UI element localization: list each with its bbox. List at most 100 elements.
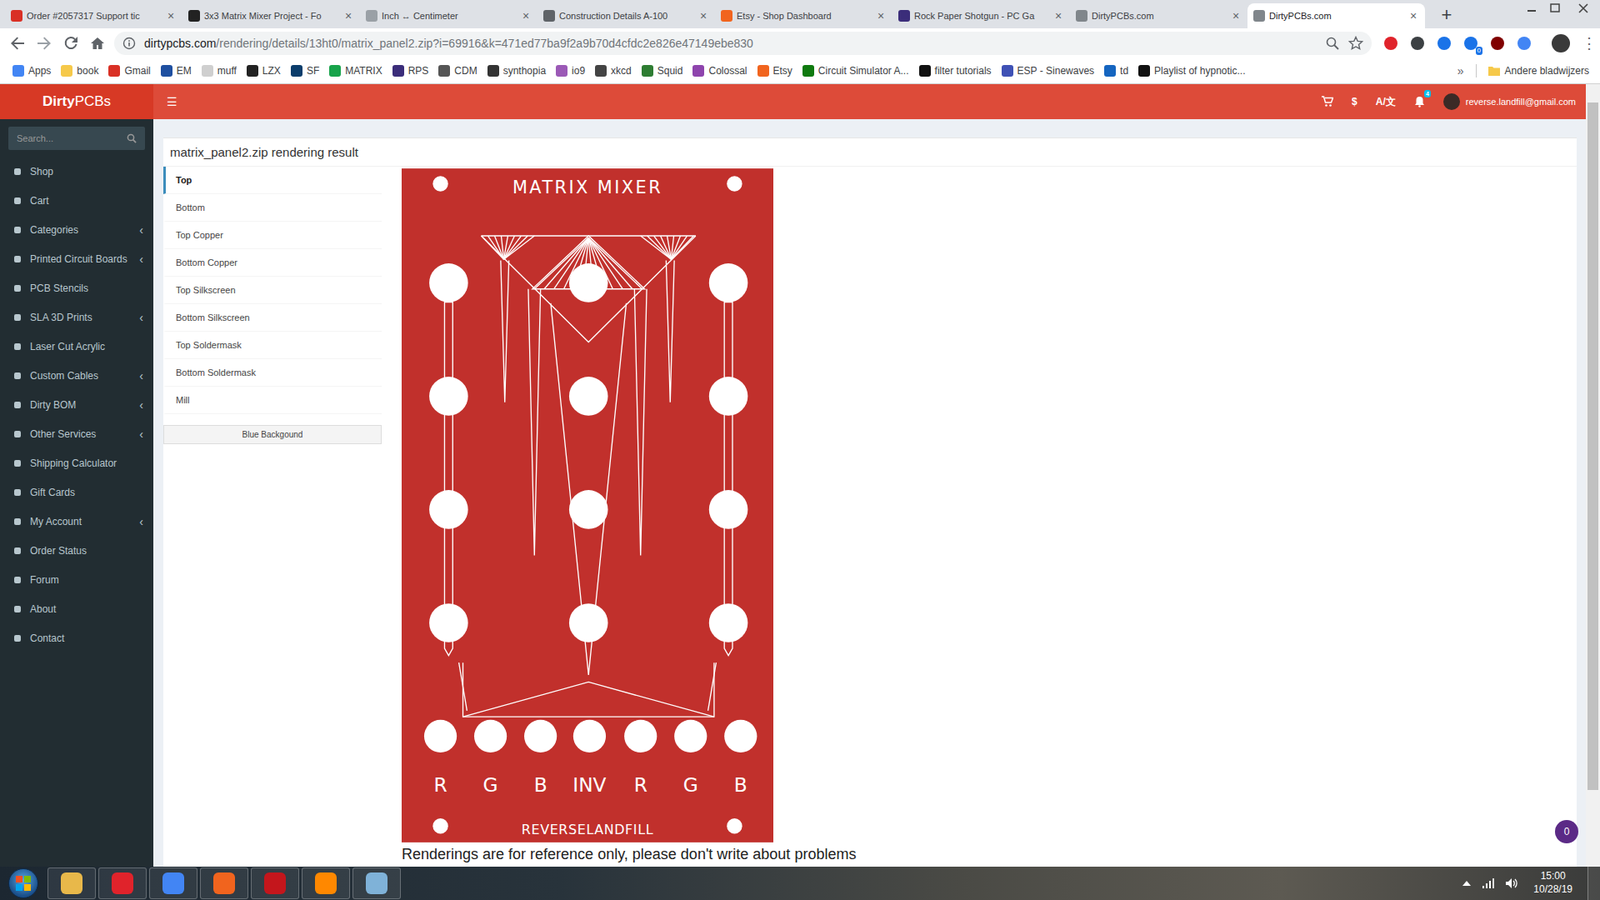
bookmark[interactable]: RPS [388,65,434,77]
close-tab-button[interactable]: × [1230,9,1242,23]
extension-button[interactable]: 0 [1463,35,1479,51]
bookmark[interactable]: EM [156,65,196,77]
maximize-icon[interactable] [1543,0,1567,17]
scrollbar[interactable] [1585,84,1600,867]
clock[interactable]: 15:00 10/28/19 [1528,870,1578,896]
bookmark[interactable]: Apps [8,65,55,77]
reload-icon[interactable] [57,31,85,55]
sidebar-item[interactable]: Order Status [0,535,154,565]
bookmark[interactable]: LZX [242,65,285,77]
address-bar[interactable]: dirtypcbs.com/rendering/details/13ht0/ma… [114,31,1372,55]
bookmark[interactable]: SF [286,65,324,77]
browser-tab[interactable]: Inch ↔ Centimeter × [360,3,538,29]
chat-button[interactable]: 0 [1555,820,1579,844]
minimize-icon[interactable] [1520,0,1544,17]
bookmark[interactable]: muff [197,65,241,77]
sidebar-toggle-button[interactable]: ☰ [161,95,183,109]
zoom-icon[interactable] [1325,35,1340,51]
network-icon[interactable] [1481,877,1495,890]
bookmark[interactable]: MATRIX [325,65,386,77]
sidebar-item[interactable]: Dirty BOM ‹ [0,390,154,420]
layer-tab[interactable]: Bottom Copper [163,249,382,277]
browser-tab[interactable]: Etsy - Shop Dashboard × [715,3,893,29]
bookmark[interactable]: Squid [637,65,688,77]
bookmark[interactable]: CDM [434,65,481,77]
sidebar-item[interactable]: My Account ‹ [0,506,154,536]
taskbar-app[interactable] [98,867,147,900]
bookmark[interactable]: synthopia [483,65,550,77]
extension-button[interactable] [1490,35,1505,51]
layer-tab[interactable]: Top [163,166,382,195]
sidebar-item[interactable]: Contact [0,623,154,653]
background-toggle-button[interactable]: Blue Backgound [163,425,382,445]
close-tab-button[interactable]: × [342,9,355,23]
bookmark[interactable]: Circuit Simulator A... [798,65,914,77]
layer-tab[interactable]: Top Soldermask [163,331,382,360]
browser-tab[interactable]: DirtyPCBs.com × [1070,3,1248,29]
layer-tab[interactable]: Bottom [163,194,382,222]
sidebar-item[interactable]: Shipping Calculator [0,448,154,478]
user-menu[interactable]: reverse.landfill@gmail.com [1443,93,1576,110]
sidebar-item[interactable]: Forum [0,565,154,595]
close-tab-button[interactable]: × [1407,9,1420,23]
bookmark-star-icon[interactable] [1348,35,1364,51]
bookmark[interactable]: td [1100,65,1133,77]
bookmark[interactable]: Playlist of hypnotic... [1134,65,1250,77]
scrollbar-thumb[interactable] [1587,102,1599,790]
taskbar-app[interactable] [47,867,96,900]
sidebar-item[interactable]: SLA 3D Prints ‹ [0,302,154,332]
back-icon[interactable] [4,31,31,55]
start-button[interactable] [8,868,39,899]
bookmark[interactable]: xkcd [590,65,636,77]
currency-button[interactable]: $ [1351,95,1358,108]
layer-tab[interactable]: Mill [163,386,382,415]
bookmark[interactable]: ESP - Sinewaves [997,65,1100,77]
info-icon[interactable] [122,36,136,50]
bookmark[interactable]: io9 [551,65,590,77]
more-bookmarks-button[interactable]: » [1452,64,1470,78]
sidebar-item[interactable]: PCB Stencils [0,273,154,303]
taskbar-app[interactable] [250,867,300,900]
layer-tab[interactable]: Bottom Silkscreen [163,304,382,332]
sidebar-item[interactable]: About [0,594,154,624]
show-hidden-icons-icon[interactable] [1461,879,1472,888]
bookmark[interactable]: Gmail [104,65,155,77]
taskbar-app[interactable] [200,867,249,900]
bookmark[interactable]: Colossal [688,65,751,77]
layer-tab[interactable]: Bottom Soldermask [163,359,382,387]
sidebar-search[interactable]: Search... [8,126,145,150]
browser-tab[interactable]: Construction Details A-100 × [537,3,715,29]
sidebar-item[interactable]: Shop [0,156,154,186]
taskbar-app[interactable] [301,867,350,900]
sidebar-item[interactable]: Gift Cards [0,477,154,507]
search-icon[interactable] [126,133,137,144]
extension-button[interactable] [1436,35,1452,51]
browser-tab[interactable]: 3x3 Matrix Mixer Project - Fo × [182,3,360,29]
browser-menu-button[interactable]: ⋮ [1581,34,1595,53]
close-tab-button[interactable]: × [1052,9,1065,23]
sidebar-item[interactable]: Printed Circuit Boards ‹ [0,244,154,274]
forward-icon[interactable] [30,31,58,55]
browser-tab[interactable]: Order #2057317 Support tic × [5,3,183,29]
layer-tab[interactable]: Top Copper [163,221,382,250]
close-window-icon[interactable] [1566,0,1600,17]
close-tab-button[interactable]: × [875,9,887,23]
volume-icon[interactable] [1505,877,1519,890]
site-logo[interactable]: DirtyPCBs [0,84,154,120]
bookmark[interactable]: filter tutorials [915,65,996,77]
profile-avatar-icon[interactable] [1551,34,1570,53]
close-tab-button[interactable]: × [520,9,532,23]
browser-tab[interactable]: DirtyPCBs.com × [1247,3,1425,29]
extension-button[interactable] [1516,35,1532,51]
browser-tab[interactable]: Rock Paper Shotgun - PC Ga × [892,3,1070,29]
sidebar-item[interactable]: Laser Cut Acrylic [0,331,154,361]
sidebar-item[interactable]: Cart [0,185,154,215]
notifications-button[interactable]: 4 [1414,95,1425,108]
bookmark[interactable]: book [56,65,103,77]
layer-tab[interactable]: Top Silkscreen [163,276,382,305]
sidebar-item[interactable]: Categories ‹ [0,215,154,245]
new-tab-button[interactable]: + [1435,3,1459,27]
home-icon[interactable] [84,31,111,55]
taskbar-app[interactable] [352,867,401,900]
url-text[interactable]: dirtypcbs.com/rendering/details/13ht0/ma… [144,36,1317,50]
